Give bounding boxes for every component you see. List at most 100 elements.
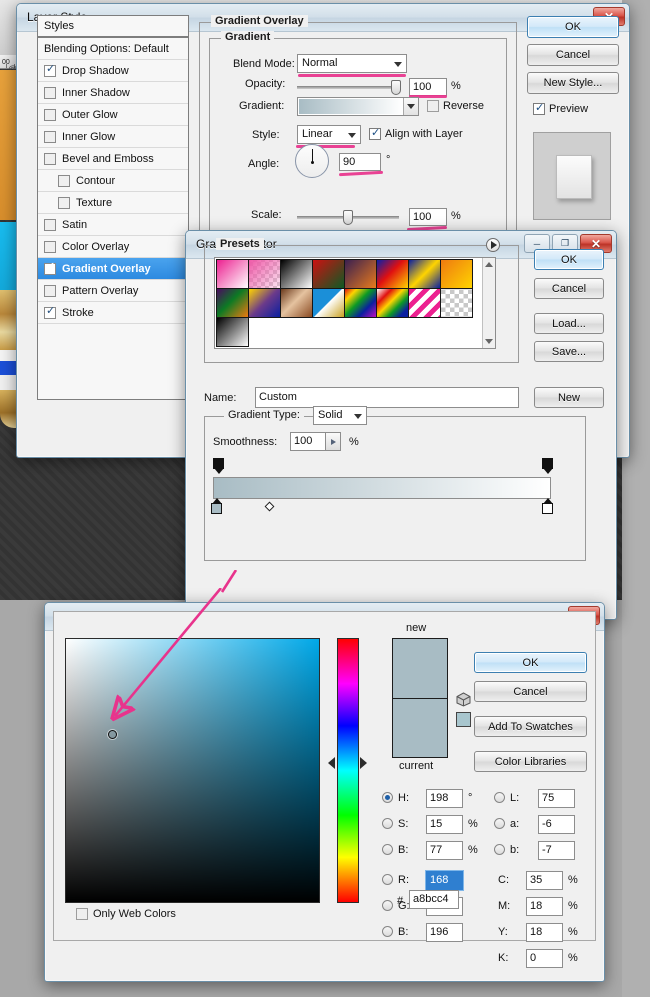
color-picker-ok-button[interactable]: OK bbox=[474, 652, 587, 673]
color-field-input[interactable]: 198 bbox=[426, 789, 463, 808]
gradient-editor-ok-button[interactable]: OK bbox=[534, 249, 604, 270]
gradient-preset-swatch[interactable] bbox=[344, 288, 377, 318]
presets-menu-icon[interactable] bbox=[486, 238, 500, 252]
gradient-preset-swatch[interactable] bbox=[280, 288, 313, 318]
color-field-input[interactable]: 0 bbox=[526, 949, 563, 968]
color-field-input[interactable]: -6 bbox=[538, 815, 575, 834]
gradient-preset-swatch[interactable] bbox=[440, 259, 473, 289]
gradient-preset-swatch[interactable] bbox=[248, 259, 281, 289]
opacity-input[interactable]: 100 bbox=[409, 78, 447, 96]
color-field-input[interactable]: 18 bbox=[526, 923, 563, 942]
gradient-preview-select[interactable] bbox=[297, 97, 419, 116]
style-list-item[interactable]: Gradient Overlay bbox=[38, 258, 188, 280]
styles-list-header[interactable]: Styles bbox=[38, 16, 188, 38]
style-item-checkbox[interactable] bbox=[44, 304, 56, 319]
style-list-item[interactable]: Texture bbox=[38, 192, 188, 214]
gradient-new-button[interactable]: New bbox=[534, 387, 604, 408]
scroll-up-icon[interactable] bbox=[485, 262, 493, 267]
color-mode-radio[interactable] bbox=[382, 874, 393, 885]
style-select[interactable]: Linear bbox=[297, 125, 361, 144]
style-item-checkbox[interactable] bbox=[44, 86, 56, 99]
color-field-input[interactable]: 168 bbox=[426, 871, 463, 890]
gradient-preset-swatch[interactable] bbox=[216, 317, 249, 347]
style-list-item[interactable]: Stroke bbox=[38, 302, 188, 324]
color-field-input[interactable]: 75 bbox=[538, 789, 575, 808]
only-web-colors-checkbox[interactable] bbox=[76, 908, 88, 920]
scroll-down-icon[interactable] bbox=[485, 339, 493, 344]
color-field-input[interactable]: 196 bbox=[426, 923, 463, 942]
opacity-stop-right[interactable] bbox=[541, 458, 554, 475]
style-item-checkbox[interactable] bbox=[44, 108, 56, 121]
hue-slider[interactable] bbox=[337, 638, 359, 903]
smoothness-spinner[interactable] bbox=[326, 432, 341, 451]
style-list-item[interactable]: Color Overlay bbox=[38, 236, 188, 258]
gradient-name-input[interactable]: Custom bbox=[255, 387, 519, 408]
gradient-preset-swatch[interactable] bbox=[312, 288, 345, 318]
gradient-preset-swatch[interactable] bbox=[408, 259, 441, 289]
style-list-item[interactable]: Drop Shadow bbox=[38, 60, 188, 82]
style-item-checkbox[interactable] bbox=[58, 174, 70, 187]
opacity-stop-left[interactable] bbox=[212, 458, 225, 475]
color-mode-radio[interactable] bbox=[494, 818, 505, 829]
gradient-preset-swatch[interactable] bbox=[248, 288, 281, 318]
style-item-checkbox[interactable] bbox=[58, 196, 70, 209]
gradient-preset-swatch[interactable] bbox=[216, 288, 249, 318]
gradient-preset-swatch[interactable] bbox=[376, 259, 409, 289]
smoothness-input[interactable]: 100 bbox=[290, 432, 326, 451]
color-field-input[interactable]: 77 bbox=[426, 841, 463, 860]
color-mode-radio[interactable] bbox=[494, 844, 505, 855]
hex-input[interactable]: a8bcc4 bbox=[409, 890, 459, 909]
gradient-preset-swatch[interactable] bbox=[376, 288, 409, 318]
scale-slider-thumb[interactable] bbox=[343, 210, 353, 225]
style-item-checkbox[interactable] bbox=[44, 130, 56, 143]
color-selection-marker[interactable] bbox=[108, 730, 117, 739]
gradient-preset-swatch[interactable] bbox=[280, 259, 313, 289]
gradient-preset-swatch[interactable] bbox=[312, 259, 345, 289]
scale-input[interactable]: 100 bbox=[409, 208, 447, 226]
style-list-item[interactable]: Satin bbox=[38, 214, 188, 236]
current-color-swatch[interactable] bbox=[392, 698, 448, 758]
reverse-checkbox[interactable] bbox=[427, 100, 439, 112]
gradient-preset-swatch[interactable] bbox=[344, 259, 377, 289]
presets-scrollbar[interactable] bbox=[482, 258, 495, 348]
color-stop-right[interactable] bbox=[541, 498, 554, 515]
style-list-item[interactable]: Pattern Overlay bbox=[38, 280, 188, 302]
layer-style-cancel-button[interactable]: Cancel bbox=[527, 44, 619, 66]
gradient-save-button[interactable]: Save... bbox=[534, 341, 604, 362]
blend-mode-select[interactable]: Normal bbox=[297, 54, 407, 73]
color-mode-radio[interactable] bbox=[382, 900, 393, 911]
gradient-dropdown-button[interactable] bbox=[403, 98, 418, 115]
style-item-checkbox[interactable] bbox=[44, 152, 56, 165]
gradient-load-button[interactable]: Load... bbox=[534, 313, 604, 334]
styles-list[interactable]: Styles Blending Options: Default Drop Sha… bbox=[37, 15, 189, 400]
style-list-item[interactable]: Outer Glow bbox=[38, 104, 188, 126]
color-stop-left[interactable] bbox=[210, 498, 223, 515]
align-with-layer-checkbox[interactable] bbox=[369, 126, 381, 140]
style-item-checkbox[interactable] bbox=[44, 218, 56, 231]
color-picker-cancel-button[interactable]: Cancel bbox=[474, 681, 587, 702]
out-of-gamut-icon[interactable] bbox=[456, 692, 471, 707]
gradient-preset-swatch[interactable] bbox=[440, 288, 473, 318]
color-field-input[interactable]: 15 bbox=[426, 815, 463, 834]
style-item-checkbox[interactable] bbox=[44, 260, 56, 275]
style-list-item[interactable]: Contour bbox=[38, 170, 188, 192]
style-item-checkbox[interactable] bbox=[44, 62, 56, 77]
style-list-item[interactable]: Inner Shadow bbox=[38, 82, 188, 104]
color-mode-radio[interactable] bbox=[494, 792, 505, 803]
color-mode-radio[interactable] bbox=[382, 926, 393, 937]
color-libraries-button[interactable]: Color Libraries bbox=[474, 751, 587, 772]
color-field-input[interactable]: 18 bbox=[526, 897, 563, 916]
preview-checkbox[interactable] bbox=[533, 101, 545, 115]
color-mode-radio[interactable] bbox=[382, 792, 393, 803]
style-list-item[interactable]: Inner Glow bbox=[38, 126, 188, 148]
new-style-button[interactable]: New Style... bbox=[527, 72, 619, 94]
gradient-type-select[interactable]: Solid bbox=[313, 406, 367, 425]
opacity-slider-thumb[interactable] bbox=[391, 80, 401, 95]
layer-style-ok-button[interactable]: OK bbox=[527, 16, 619, 38]
color-mode-radio[interactable] bbox=[382, 818, 393, 829]
gradient-editor-cancel-button[interactable]: Cancel bbox=[534, 278, 604, 299]
gradient-bar[interactable] bbox=[213, 477, 551, 499]
gradient-preset-swatch[interactable] bbox=[408, 288, 441, 318]
presets-well[interactable] bbox=[214, 257, 496, 349]
add-to-swatches-button[interactable]: Add To Swatches bbox=[474, 716, 587, 737]
